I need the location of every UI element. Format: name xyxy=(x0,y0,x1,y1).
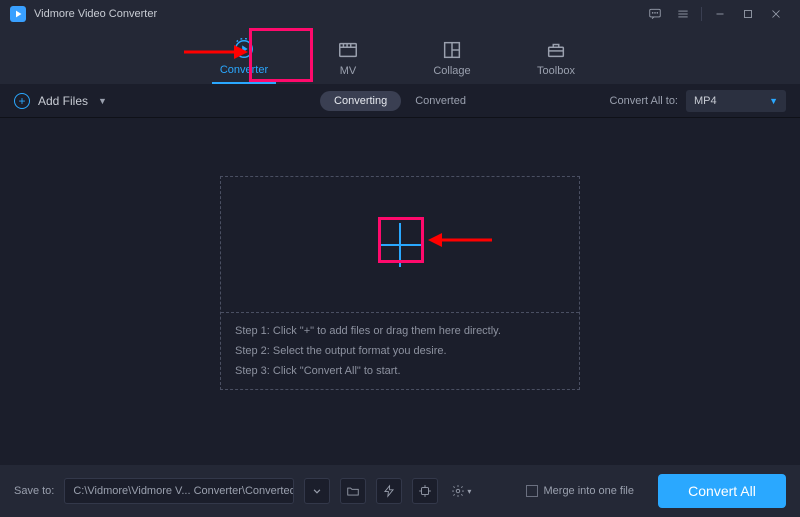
tab-label: Converter xyxy=(220,64,268,76)
add-files-button[interactable]: + Add Files ▼ xyxy=(14,93,107,109)
main-tabs: Converter MV Collage Toolbox xyxy=(0,28,800,84)
merge-label: Merge into one file xyxy=(544,485,635,497)
tab-label: Toolbox xyxy=(537,65,575,77)
convert-all-to-label: Convert All to: xyxy=(610,95,678,107)
tab-label: MV xyxy=(340,65,357,77)
divider xyxy=(701,7,702,21)
tool-row: + Add Files ▼ Converting Converted Conve… xyxy=(0,84,800,118)
path-dropdown-button[interactable] xyxy=(304,478,330,504)
save-path[interactable]: C:\Vidmore\Vidmore V... Converter\Conver… xyxy=(64,478,294,504)
high-speed-button[interactable] xyxy=(376,478,402,504)
title-bar: Vidmore Video Converter xyxy=(0,0,800,28)
drop-zone-top xyxy=(221,177,579,313)
bottom-bar: Save to: C:\Vidmore\Vidmore V... Convert… xyxy=(0,465,800,517)
settings-button[interactable]: ▾ xyxy=(448,478,474,504)
format-value: MP4 xyxy=(694,95,717,107)
chevron-down-icon: ▼ xyxy=(98,96,107,106)
convert-all-button[interactable]: Convert All xyxy=(658,474,786,508)
app-title: Vidmore Video Converter xyxy=(34,8,157,20)
minimize-button[interactable] xyxy=(706,0,734,28)
tab-converted[interactable]: Converted xyxy=(401,91,480,111)
instructions: Step 1: Click "+" to add files or drag t… xyxy=(221,313,579,389)
mv-icon xyxy=(337,39,359,61)
status-tabs: Converting Converted xyxy=(320,91,480,111)
step-text: Step 3: Click "Convert All" to start. xyxy=(235,365,565,377)
checkbox-box xyxy=(526,485,538,497)
open-folder-button[interactable] xyxy=(340,478,366,504)
tab-label: Collage xyxy=(433,65,470,77)
feedback-icon[interactable] xyxy=(641,0,669,28)
tab-collage[interactable]: Collage xyxy=(420,28,484,84)
drop-zone[interactable]: Step 1: Click "+" to add files or drag t… xyxy=(220,176,580,390)
collage-icon xyxy=(441,39,463,61)
chevron-down-icon: ▾ xyxy=(467,487,471,496)
tab-converter[interactable]: Converter xyxy=(212,28,276,84)
app-logo xyxy=(10,6,26,22)
toolbox-icon xyxy=(545,39,567,61)
chevron-down-icon: ▼ xyxy=(769,96,778,106)
work-area: Step 1: Click "+" to add files or drag t… xyxy=(0,118,800,448)
tab-toolbox[interactable]: Toolbox xyxy=(524,28,588,84)
menu-icon[interactable] xyxy=(669,0,697,28)
converter-icon xyxy=(233,38,255,60)
maximize-button[interactable] xyxy=(734,0,762,28)
merge-checkbox[interactable]: Merge into one file xyxy=(526,485,635,497)
save-to-label: Save to: xyxy=(14,485,54,497)
gpu-accel-button[interactable] xyxy=(412,478,438,504)
step-text: Step 1: Click "+" to add files or drag t… xyxy=(235,325,565,337)
add-files-plus[interactable] xyxy=(378,223,422,267)
step-text: Step 2: Select the output format you des… xyxy=(235,345,565,357)
tab-mv[interactable]: MV xyxy=(316,28,380,84)
tab-converting[interactable]: Converting xyxy=(320,91,401,111)
close-button[interactable] xyxy=(762,0,790,28)
output-format-select[interactable]: MP4 ▼ xyxy=(686,90,786,112)
plus-icon: + xyxy=(14,93,30,109)
add-files-label: Add Files xyxy=(38,94,88,108)
